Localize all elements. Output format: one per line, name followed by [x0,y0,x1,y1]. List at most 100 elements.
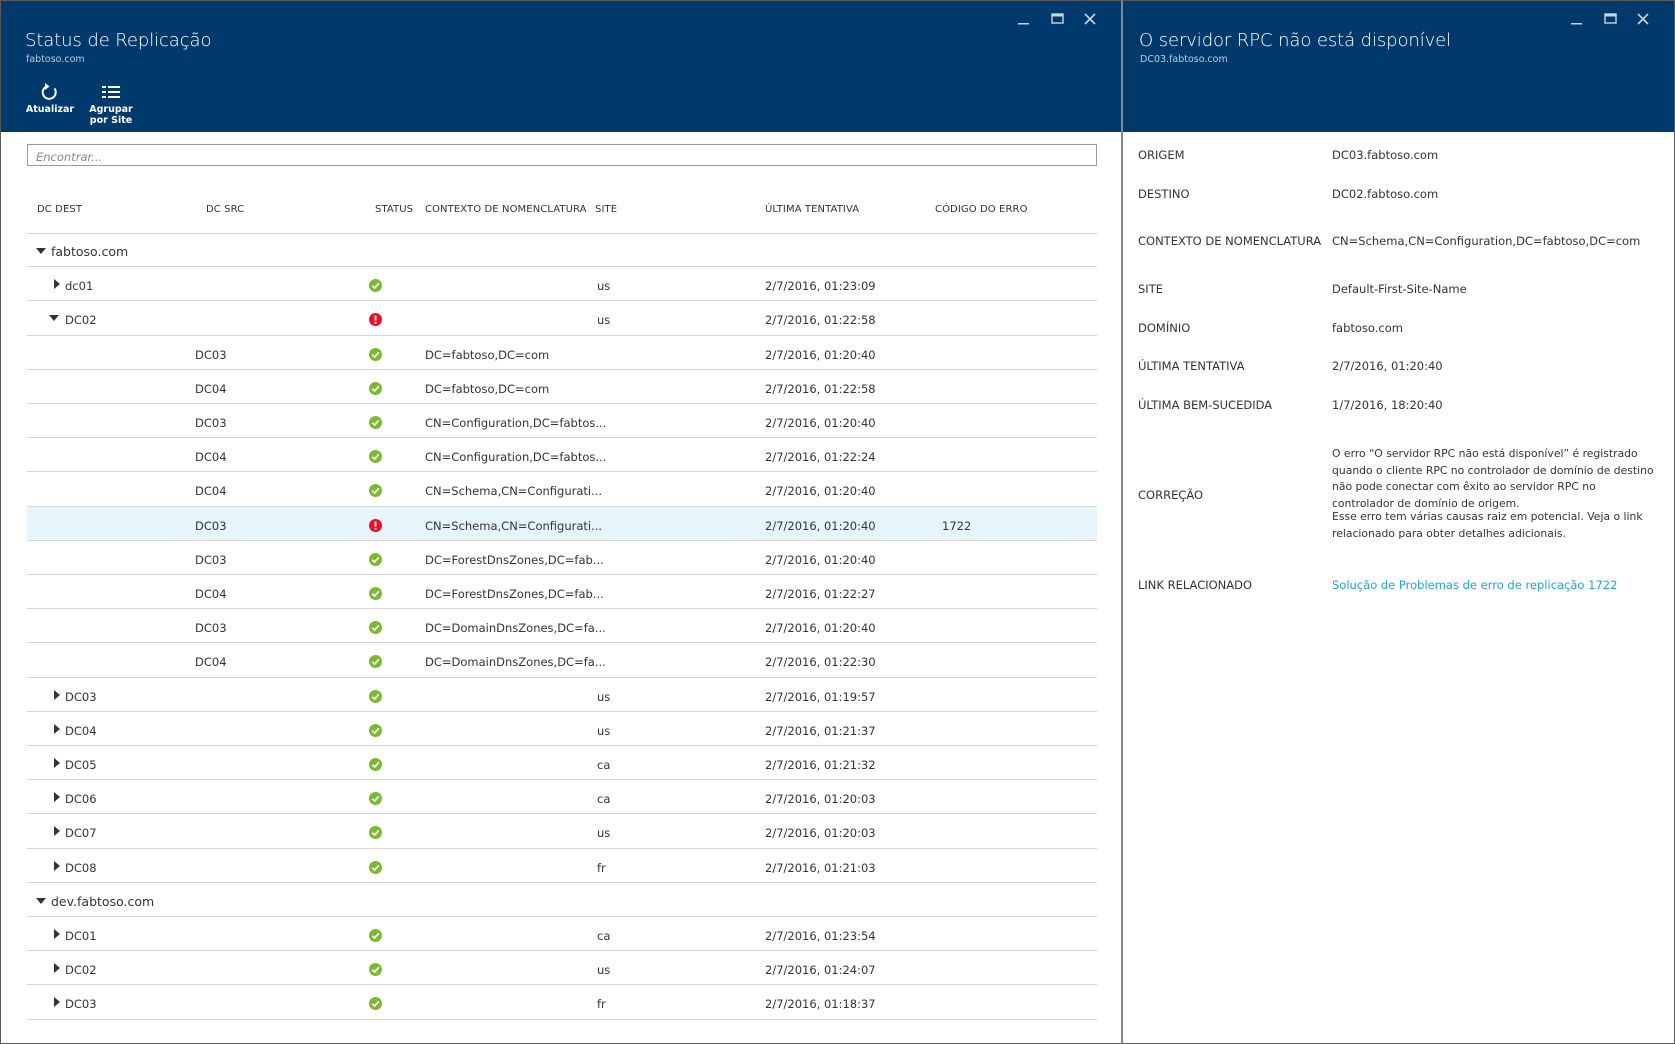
dc-dest-row[interactable]: DC06 ca 2/7/2016, 01:20:03 [27,780,1097,815]
naming-context-value: CN=Configuration,DC=fabtos... [425,450,607,465]
status-ok-icon [369,860,382,874]
expand-caret-icon[interactable] [52,963,62,974]
expand-caret-icon[interactable] [52,860,62,871]
dc-dest-name: DC08 [65,860,97,875]
replication-status-blade: Status de Replicação fabtoso.com Atualiz… [0,0,1121,1044]
refresh-command[interactable]: Atualizar [20,82,80,115]
dc-dest-name: DC03 [65,997,97,1012]
replication-row[interactable]: DC03 DC=DomainDnsZones,DC=fa... 2/7/2016, … [27,609,1097,644]
replication-row[interactable]: DC04 DC=DomainDnsZones,DC=fa... 2/7/2016, … [27,643,1097,678]
remediation-text-2: Esse erro tem várias causas raiz em pote… [1332,510,1643,540]
status-ok-icon [369,279,382,293]
details-maximize-button[interactable] [1598,7,1624,31]
last-attempt-value: 2/7/2016, 01:21:32 [765,758,876,772]
last-attempt-value: 2/7/2016, 01:20:40 [765,621,876,636]
column-header-last-attempt[interactable]: ÚLTIMA TENTATIVA [765,204,859,215]
destination-label: DESTINO [1138,187,1190,201]
domain-label: DOMÍNIO [1138,321,1191,335]
last-attempt-value: 2/7/2016, 01:22:27 [765,587,876,601]
replication-row[interactable]: DC03 CN=Configuration,DC=fabtos... 2/7/201… [27,404,1097,439]
column-header-status[interactable]: STATUS [375,204,413,215]
dc-dest-row[interactable]: DC02 us 2/7/2016, 01:24:07 [27,951,1097,986]
collapse-caret-icon[interactable] [36,896,46,906]
column-header-dc-dest[interactable]: DC DEST [37,204,82,215]
site-value: fr [597,997,606,1012]
expand-caret-icon[interactable] [52,929,62,939]
last-attempt-value: 2/7/2016, 01:20:40 [1332,359,1443,373]
replication-row[interactable]: DC03 DC=fabtoso,DC=com 2/7/2016, 01:20:40 [27,336,1097,370]
replication-row[interactable]: DC04 DC=fabtoso,DC=com 2/7/2016, 01:22:58 [27,370,1097,404]
last-attempt-value: 2/7/2016, 01:22:30 [765,655,876,670]
site-value: us [597,689,611,704]
expand-caret-icon[interactable] [52,826,62,837]
minimize-button[interactable] [1011,7,1037,31]
expand-caret-icon[interactable] [52,758,62,768]
status-ok-icon [369,792,382,806]
status-ok-icon [369,929,382,942]
dc-dest-row[interactable]: DC02 us 2/7/2016, 01:22:58 [27,301,1097,336]
maximize-button[interactable] [1045,7,1071,31]
refresh-icon [20,82,80,104]
status-ok-icon [369,621,382,635]
group-by-site-command[interactable]: Agrupar por Site [81,82,141,126]
expand-caret-icon[interactable] [52,723,62,734]
dc-dest-name: DC02 [65,313,97,328]
replication-row[interactable]: DC03 DC=ForestDnsZones,DC=fab... 2/7/2016,… [27,541,1097,575]
blade-subtitle: fabtoso.com [26,54,85,65]
collapse-caret-icon[interactable] [36,246,46,256]
dc-src-name: DC03 [195,347,227,362]
dc-dest-name: DC05 [65,758,97,772]
expand-caret-icon[interactable] [52,792,62,803]
group-by-site-label: Agrupar por Site [89,104,133,126]
replication-row[interactable]: DC04 CN=Configuration,DC=fabtos... 2/7/201… [27,438,1097,473]
dc-dest-row[interactable]: DC04 us 2/7/2016, 01:21:37 [27,712,1097,746]
column-header-error-code[interactable]: CÓDIGO DO ERRO [935,204,1028,215]
expand-caret-icon[interactable] [52,997,62,1008]
collapse-caret-icon[interactable] [49,313,59,323]
details-minimize-button[interactable] [1564,7,1590,31]
dc-dest-name: DC01 [65,929,97,943]
window-controls [1011,7,1121,31]
dc-dest-name: DC02 [65,963,97,978]
replication-row[interactable]: DC04 CN=Schema,CN=Configurati... 2/7/2016,… [27,472,1097,507]
last-attempt-value: 2/7/2016, 01:22:58 [765,381,876,396]
close-button[interactable] [1077,7,1103,31]
column-header-site[interactable]: SITE [595,204,617,215]
dc-dest-row[interactable]: DC08 fr 2/7/2016, 01:21:03 [27,849,1097,883]
dc-dest-row[interactable]: DC07 us 2/7/2016, 01:20:03 [27,814,1097,849]
search-input[interactable] [27,144,1097,166]
column-header-dc-src[interactable]: DC SRC [206,204,244,215]
expand-caret-icon[interactable] [52,689,62,700]
site-value: us [597,826,611,841]
dc-dest-row[interactable]: DC03 fr 2/7/2016, 01:18:37 [27,985,1097,1020]
selected-replication-row[interactable]: DC03 CN=Schema,CN=Configurati... 2/7/2016,… [27,506,1097,541]
dc-dest-row[interactable]: DC03 us 2/7/2016, 01:19:57 [27,678,1097,712]
group-row[interactable]: dev.fabtoso.com [27,883,1097,917]
site-label: SITE [1138,282,1163,296]
domain-value: fabtoso.com [1332,321,1403,335]
last-attempt-value: 2/7/2016, 01:21:03 [765,860,876,875]
group-row[interactable]: fabtoso.com [27,233,1097,268]
destination-value: DC02.fabtoso.com [1332,187,1439,201]
naming-context-value: DC=fabtoso,DC=com [425,347,550,362]
status-ok-icon [369,826,382,840]
group-by-site-icon [81,82,141,104]
expand-caret-icon[interactable] [52,279,62,290]
naming-context-value: DC=DomainDnsZones,DC=fa... [425,621,606,636]
column-header-naming-context[interactable]: CONTEXTO DE NOMENCLATURA [425,204,587,215]
related-link[interactable]: Solução de Problemas de erro de replicaç… [1332,578,1617,592]
details-close-button[interactable] [1630,7,1656,31]
dc-dest-name: DC07 [65,826,97,841]
dc-dest-row[interactable]: DC01 ca 2/7/2016, 01:23:54 [27,917,1097,952]
origin-label: ORIGEM [1138,148,1185,162]
error-code-value: 1722 [942,518,972,533]
remediation-text: O erro “O servidor RPC não está disponív… [1332,447,1654,510]
dc-dest-row[interactable]: dc01 us 2/7/2016, 01:23:09 [27,267,1097,302]
details-window-controls [1564,7,1674,31]
site-value: ca [597,929,611,943]
site-value: us [597,723,611,738]
dc-dest-row[interactable]: DC05 ca 2/7/2016, 01:21:32 [27,746,1097,781]
replication-row[interactable]: DC04 DC=ForestDnsZones,DC=fab... 2/7/2016,… [27,575,1097,610]
group-name: fabtoso.com [51,244,129,259]
dc-src-name: DC04 [195,381,227,396]
